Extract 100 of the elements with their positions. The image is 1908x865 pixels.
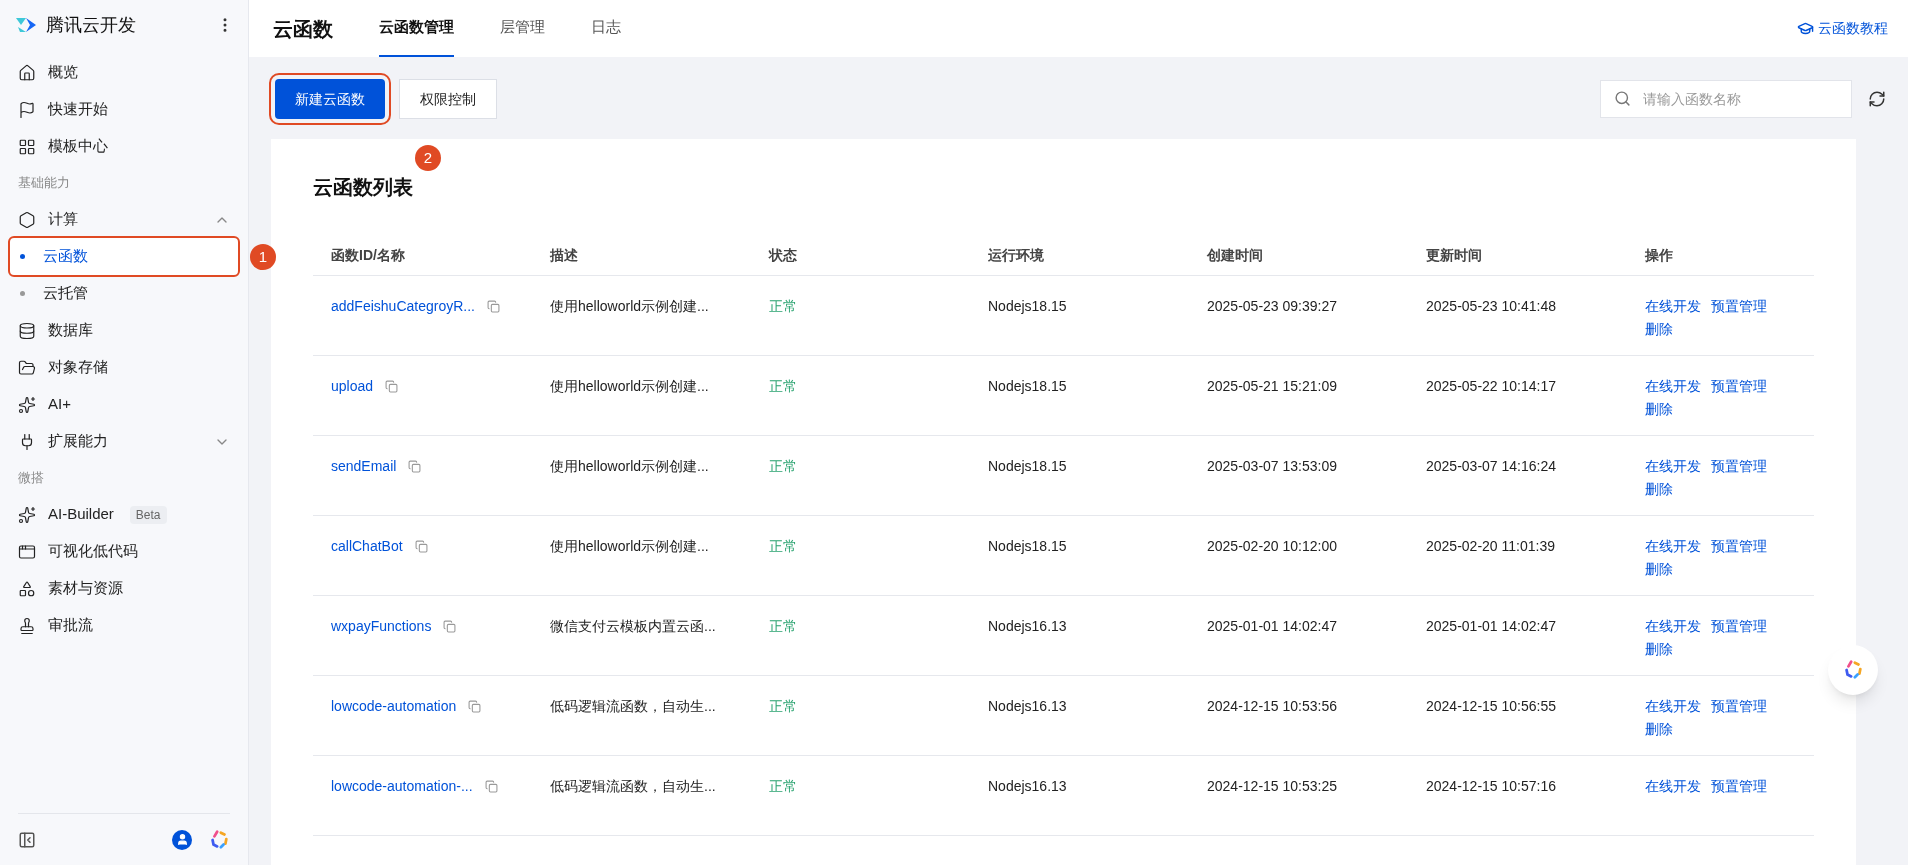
table-cell-text: 2025-03-07 14:16:24 bbox=[1425, 457, 1557, 476]
function-link[interactable]: wxpayFunctions bbox=[331, 616, 432, 637]
avatar[interactable] bbox=[172, 829, 192, 850]
copy-icon[interactable] bbox=[408, 460, 422, 473]
nav-item[interactable]: 素材与资源 bbox=[10, 570, 238, 607]
nav-item[interactable]: 快速开始 bbox=[10, 91, 238, 128]
action-link[interactable]: 在线开发 bbox=[1645, 456, 1701, 477]
function-link[interactable]: callChatBot bbox=[331, 536, 403, 557]
nav-label: 对象存储 bbox=[48, 357, 108, 378]
tab[interactable]: 日志 bbox=[591, 0, 621, 57]
stamp-icon bbox=[18, 616, 36, 635]
copy-icon[interactable] bbox=[486, 300, 500, 313]
nav-item[interactable]: AI-Builder Beta bbox=[10, 496, 238, 533]
action-link[interactable]: 在线开发 bbox=[1645, 776, 1701, 797]
table-cell-text: 2025-05-21 15:21:09 bbox=[1206, 377, 1338, 396]
tab[interactable]: 云函数管理 bbox=[379, 0, 454, 57]
copy-icon[interactable] bbox=[385, 380, 399, 393]
nav-label: 计算 bbox=[48, 209, 78, 230]
table-cell-text: Nodejs18.15 bbox=[987, 457, 1068, 476]
nav-label: 数据库 bbox=[48, 320, 93, 341]
folder-icon bbox=[18, 358, 36, 377]
search-field[interactable]: 请输入函数名称 bbox=[1600, 80, 1852, 118]
nav-label: 云托管 bbox=[43, 283, 88, 304]
action-link[interactable]: 在线开发 bbox=[1645, 696, 1701, 717]
column-header: 状态 bbox=[767, 246, 798, 265]
action-link[interactable]: 在线开发 bbox=[1645, 616, 1701, 637]
action-link[interactable]: 删除 bbox=[1645, 719, 1673, 740]
function-link[interactable]: addFeishuCategroyR... bbox=[331, 296, 475, 317]
tab[interactable]: 层管理 bbox=[500, 0, 545, 57]
table-cell-text: 2024-12-15 10:53:25 bbox=[1206, 777, 1338, 796]
status-text: 正常 bbox=[768, 617, 798, 636]
nav-label: 扩展能力 bbox=[48, 431, 108, 452]
section-label: 微搭 bbox=[17, 469, 45, 488]
nav-item[interactable]: 可视化低代码 bbox=[10, 533, 238, 570]
table-cell-text: 2025-02-20 10:12:00 bbox=[1206, 537, 1338, 556]
copy-icon[interactable] bbox=[414, 540, 428, 553]
action-link[interactable]: 删除 bbox=[1645, 639, 1673, 660]
action-link[interactable]: 在线开发 bbox=[1645, 376, 1701, 397]
house-icon bbox=[18, 63, 36, 82]
action-link[interactable]: 删除 bbox=[1645, 319, 1673, 340]
table-cell-text: 使用helloworld示例创建... bbox=[549, 297, 710, 316]
action-link[interactable]: 删除 bbox=[1645, 559, 1673, 580]
status-text: 正常 bbox=[768, 377, 798, 396]
column-header: 函数ID/名称 bbox=[330, 246, 406, 265]
copy-icon[interactable] bbox=[443, 620, 457, 633]
function-link[interactable]: lowcode-automation-... bbox=[331, 776, 473, 797]
function-link[interactable]: sendEmail bbox=[331, 456, 397, 477]
nav-item[interactable]: 模板中心 bbox=[10, 128, 238, 165]
table-cell-text: 2025-05-23 09:39:27 bbox=[1206, 297, 1338, 316]
nav-item[interactable]: 对象存储 bbox=[10, 349, 238, 386]
table-cell-text: 2025-02-20 11:01:39 bbox=[1425, 537, 1556, 556]
action-link[interactable]: 预置管理 bbox=[1711, 696, 1767, 717]
status-text: 正常 bbox=[768, 297, 798, 316]
action-link[interactable]: 预置管理 bbox=[1711, 296, 1767, 317]
table-cell-text: 低码逻辑流函数，自动生... bbox=[549, 777, 717, 796]
action-link[interactable]: 在线开发 bbox=[1645, 296, 1701, 317]
nav-item[interactable]: 审批流 bbox=[10, 607, 238, 644]
action-link[interactable]: 预置管理 bbox=[1711, 456, 1767, 477]
copy-icon[interactable] bbox=[484, 780, 498, 793]
nav-item[interactable]: 数据库 bbox=[10, 312, 238, 349]
action-link[interactable]: 删除 bbox=[1645, 399, 1673, 420]
table-cell-text: Nodejs18.15 bbox=[987, 377, 1068, 396]
table-cell-text: 2024-12-15 10:56:55 bbox=[1425, 697, 1557, 716]
table-cell-text: 低码逻辑流函数，自动生... bbox=[549, 697, 717, 716]
function-link[interactable]: lowcode-automation bbox=[331, 696, 457, 717]
action-link[interactable]: 预置管理 bbox=[1711, 616, 1767, 637]
action-link[interactable]: 预置管理 bbox=[1711, 776, 1767, 797]
permission-button[interactable]: 权限控制 bbox=[399, 79, 497, 119]
tutorial-link[interactable]: 云函数教程 bbox=[1797, 18, 1888, 39]
table-cell-text: Nodejs16.13 bbox=[987, 777, 1068, 796]
function-link[interactable]: upload bbox=[331, 376, 374, 397]
logo-icon bbox=[14, 16, 38, 34]
action-link[interactable]: 在线开发 bbox=[1645, 536, 1701, 557]
shapes-icon bbox=[18, 579, 36, 598]
refresh-icon[interactable] bbox=[1868, 90, 1886, 108]
nav-sub-item[interactable]: 云函数 bbox=[10, 238, 238, 275]
action-link[interactable]: 预置管理 bbox=[1711, 376, 1767, 397]
nav-label: 可视化低代码 bbox=[48, 541, 138, 562]
nav-sub-item[interactable]: 云托管 bbox=[10, 275, 238, 312]
sparkle-icon bbox=[18, 395, 36, 414]
hexagon-icon bbox=[18, 210, 36, 229]
status-text: 正常 bbox=[768, 537, 798, 556]
nav-label: AI+ bbox=[48, 394, 71, 415]
column-header: 创建时间 bbox=[1206, 246, 1264, 265]
nav-item[interactable]: AI+ bbox=[10, 386, 238, 423]
status-text: 正常 bbox=[768, 697, 798, 716]
table-cell-text: 微信支付云模板内置云函... bbox=[549, 617, 717, 636]
column-header: 更新时间 bbox=[1425, 246, 1483, 265]
brand-name: 腾讯云开发 bbox=[46, 13, 136, 37]
nav-label: 快速开始 bbox=[48, 99, 108, 120]
copy-icon[interactable] bbox=[468, 700, 482, 713]
nav-item[interactable]: 计算 bbox=[10, 201, 238, 238]
collapse-icon[interactable] bbox=[18, 830, 36, 849]
search-icon bbox=[1614, 90, 1631, 107]
action-link[interactable]: 预置管理 bbox=[1711, 536, 1767, 557]
action-link[interactable]: 删除 bbox=[1645, 479, 1673, 500]
nav-item[interactable]: 概览 bbox=[10, 54, 238, 91]
nav-label: AI-Builder bbox=[48, 504, 114, 525]
nav-item[interactable]: 扩展能力 bbox=[10, 423, 238, 460]
status-text: 正常 bbox=[768, 457, 798, 476]
